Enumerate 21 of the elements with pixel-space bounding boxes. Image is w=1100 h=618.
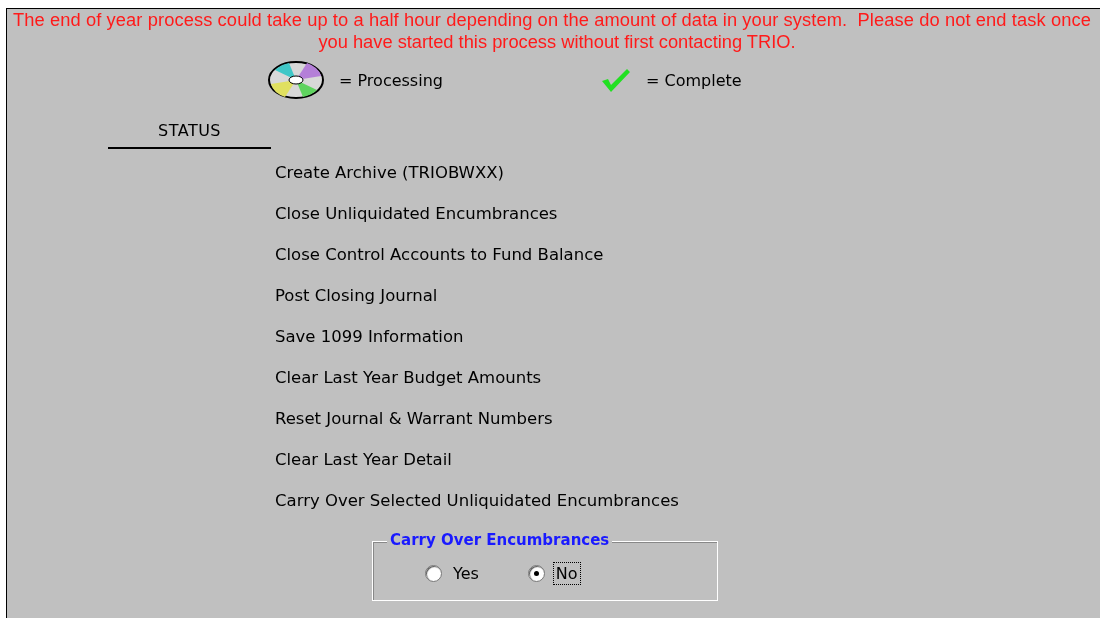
step-label: Create Archive (TRIOBWXX): [275, 163, 505, 183]
warning-text: you have started this process without first contacting TRIO.: [317, 31, 797, 53]
disc-icon: [267, 60, 325, 100]
step-label: Clear Last Year Budget Amounts: [275, 368, 543, 388]
step-label: Post Closing Journal: [275, 286, 439, 306]
column-heading: STATUS: [108, 121, 271, 149]
step-label: Close Unliquidated Encumbrances: [275, 204, 559, 224]
step-label: Reset Journal & Warrant Numbers: [275, 409, 554, 429]
option-label[interactable]: Yes: [450, 562, 482, 585]
warning-text: The end of year process could take up to a half hour depending on the amount of data in your system. Please do not end task once: [13, 9, 1092, 31]
legend-label: = Processing: [339, 70, 443, 90]
option-label[interactable]: No: [552, 562, 581, 585]
step-label: Carry Over Selected Unliquidated Encumbrances: [275, 491, 680, 511]
group-title: Carry Over Encumbrances: [387, 531, 613, 549]
step-label: Save 1099 Information: [275, 327, 465, 347]
radio-button[interactable]: [425, 565, 442, 582]
checkmark-icon: [600, 67, 632, 93]
radio-button[interactable]: [527, 565, 545, 582]
step-label: Close Control Accounts to Fund Balance: [275, 245, 605, 265]
legend-label: = Complete: [646, 70, 742, 90]
step-label: Clear Last Year Detail: [275, 450, 453, 470]
